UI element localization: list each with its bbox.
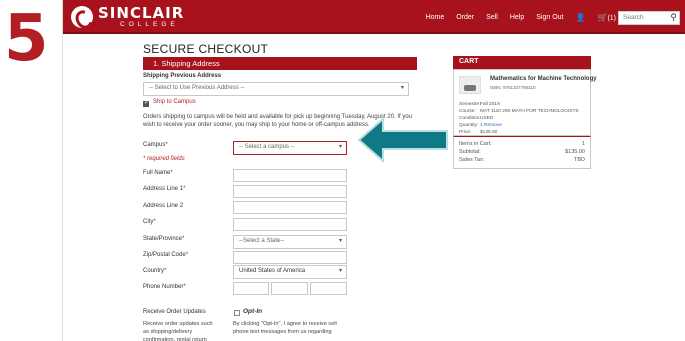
zip-label: Zip/Postal Code* bbox=[143, 252, 189, 258]
full-name-label: Full Name* bbox=[143, 170, 173, 176]
country-select[interactable]: United States of America bbox=[233, 265, 347, 279]
ship-to-campus-label: Ship to Campus bbox=[153, 99, 196, 105]
detail-label: Quantity: bbox=[459, 123, 479, 128]
country-select-value: United States of America bbox=[239, 268, 306, 274]
main-nav: Home Order Sell Help Sign Out 👤 🛒(1) bbox=[426, 0, 616, 34]
cart-count: (1) bbox=[607, 14, 616, 22]
pointer-arrow-icon bbox=[357, 117, 448, 163]
address-line2-label: Address Line 2 bbox=[143, 203, 184, 209]
nav-help[interactable]: Help bbox=[510, 14, 524, 21]
cart-item: Mathematics for Machine Technology ISBN:… bbox=[453, 69, 597, 136]
detail-value: MAT 1110 290 MATH FOR TECHNOLOGISTS bbox=[480, 109, 579, 114]
nav-home[interactable]: Home bbox=[426, 14, 445, 21]
sinclair-logo[interactable]: SINCLAIR COLLEGE bbox=[71, 4, 184, 30]
cart-summary: Items in Cart: 1 Subtotal: $135.00 Sales… bbox=[453, 136, 591, 169]
state-select-value: --Select a State-- bbox=[239, 238, 285, 244]
previous-address-value: -- Select to Use Previous Address -- bbox=[149, 85, 245, 91]
campus-label: Campus* bbox=[143, 142, 168, 148]
subtotal-value: $135.00 bbox=[565, 149, 585, 155]
items-value: 1 bbox=[581, 141, 585, 147]
detail-label: Semester: bbox=[459, 102, 481, 107]
phone-area-field[interactable] bbox=[233, 282, 269, 295]
country-label: Country* bbox=[143, 268, 167, 274]
top-navigation-bar: SINCLAIR COLLEGE Home Order Sell Help Si… bbox=[63, 0, 685, 34]
nav-sell[interactable]: Sell bbox=[486, 14, 498, 21]
remove-link[interactable]: 1 Remove bbox=[480, 123, 502, 128]
section-header: 1. Shipping Address bbox=[143, 57, 417, 70]
opt-in-checkbox[interactable] bbox=[234, 310, 240, 316]
detail-value: $135.00 bbox=[480, 130, 498, 135]
book-thumbnail-icon bbox=[459, 76, 481, 94]
detail-label: Price: bbox=[459, 130, 472, 135]
logo-name: SINCLAIR bbox=[98, 3, 185, 22]
page-title: SECURE CHECKOUT bbox=[143, 42, 269, 56]
address-line1-field[interactable] bbox=[233, 185, 347, 198]
detail-value: USED bbox=[480, 116, 494, 121]
campus-select[interactable]: -- Select a campus -- bbox=[233, 141, 347, 155]
previous-address-select[interactable]: -- Select to Use Previous Address -- bbox=[143, 82, 409, 96]
opt-in-text: By clicking "Opt-In", I agree to receive… bbox=[233, 321, 337, 335]
campus-select-value: -- Select a campus -- bbox=[239, 144, 295, 150]
zip-field[interactable] bbox=[233, 251, 347, 264]
cart-icon: 🛒 bbox=[597, 12, 608, 22]
address-line1-label: Address Line 1* bbox=[143, 186, 186, 192]
tax-value: TBD bbox=[574, 157, 585, 163]
city-label: City* bbox=[143, 219, 156, 225]
search-placeholder: Search bbox=[623, 14, 644, 21]
shipping-previous-label: Shipping Previous Address bbox=[143, 73, 222, 79]
subtotal-label: Subtotal: bbox=[459, 149, 481, 155]
detail-label: Condition: bbox=[459, 116, 481, 121]
cart-header: CART bbox=[453, 56, 591, 69]
step-number: 5 bbox=[4, 2, 49, 76]
book-title[interactable]: Mathematics for Machine Technology bbox=[490, 76, 597, 82]
state-label: State/Province* bbox=[143, 236, 185, 242]
phone-label: Phone Number* bbox=[143, 284, 186, 290]
browser-page: SINCLAIR COLLEGE Home Order Sell Help Si… bbox=[62, 0, 685, 341]
required-fields-note: * required fields bbox=[143, 156, 185, 162]
phone-prefix-field[interactable] bbox=[271, 282, 308, 295]
nav-order[interactable]: Order bbox=[456, 14, 474, 21]
nav-sign-out[interactable]: Sign Out bbox=[536, 14, 563, 21]
tax-label: Sales Tax: bbox=[459, 157, 485, 163]
order-updates-text: Receive order updates such as shipping/d… bbox=[143, 321, 213, 341]
full-name-field[interactable] bbox=[233, 169, 347, 182]
ship-to-campus-checkbox[interactable] bbox=[143, 99, 149, 107]
phone-line-field[interactable] bbox=[310, 282, 347, 295]
opt-in-label: Opt-In bbox=[243, 308, 263, 315]
sinclair-logo-icon bbox=[71, 6, 93, 28]
search-icon[interactable]: ⚲ bbox=[670, 12, 677, 23]
book-isbn: ISBN: 9781337798310 bbox=[490, 85, 536, 90]
user-icon[interactable]: 👤 bbox=[576, 13, 586, 22]
order-updates-label: Receive Order Updates bbox=[143, 309, 206, 315]
address-line2-field[interactable] bbox=[233, 201, 347, 214]
state-select[interactable]: --Select a State-- bbox=[233, 235, 347, 249]
city-field[interactable] bbox=[233, 218, 347, 231]
detail-label: Course: bbox=[459, 109, 476, 114]
detail-value: Fall 2019 bbox=[480, 102, 500, 107]
cart-link[interactable]: 🛒(1) bbox=[597, 13, 616, 22]
search-input[interactable]: Search ⚲ bbox=[618, 11, 680, 25]
logo-sub: COLLEGE bbox=[120, 20, 179, 28]
items-label: Items in Cart: bbox=[459, 141, 492, 147]
